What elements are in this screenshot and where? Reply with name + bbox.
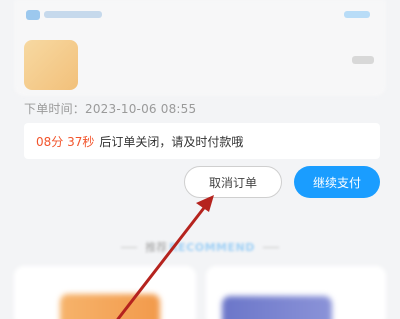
cancel-order-button[interactable]: 取消订单 (184, 166, 282, 198)
order-placed-time: 下单时间：2023-10-06 08:55 (24, 102, 197, 116)
order-status-placeholder (344, 11, 370, 18)
divider-line-left (121, 246, 138, 248)
recommend-image-right (222, 296, 332, 319)
recommend-image-left (60, 294, 160, 319)
product-thumbnail (24, 40, 78, 90)
countdown-message: 后订单关闭，请及时付款哦 (99, 134, 244, 149)
recommend-divider: 推荐 RECOMMEND (0, 238, 400, 256)
recommend-label-cn: 推荐 (145, 241, 168, 254)
payment-countdown-notice: 08分 37秒 后订单关闭，请及时付款哦 (24, 123, 380, 159)
divider-line-right (262, 246, 279, 248)
store-icon (26, 10, 40, 20)
recommend-label-en: RECOMMEND (169, 240, 255, 254)
continue-payment-button[interactable]: 继续支付 (294, 166, 380, 198)
countdown-timer: 08分 37秒 (36, 134, 95, 149)
price-placeholder (352, 56, 374, 64)
store-name-placeholder (44, 11, 102, 18)
